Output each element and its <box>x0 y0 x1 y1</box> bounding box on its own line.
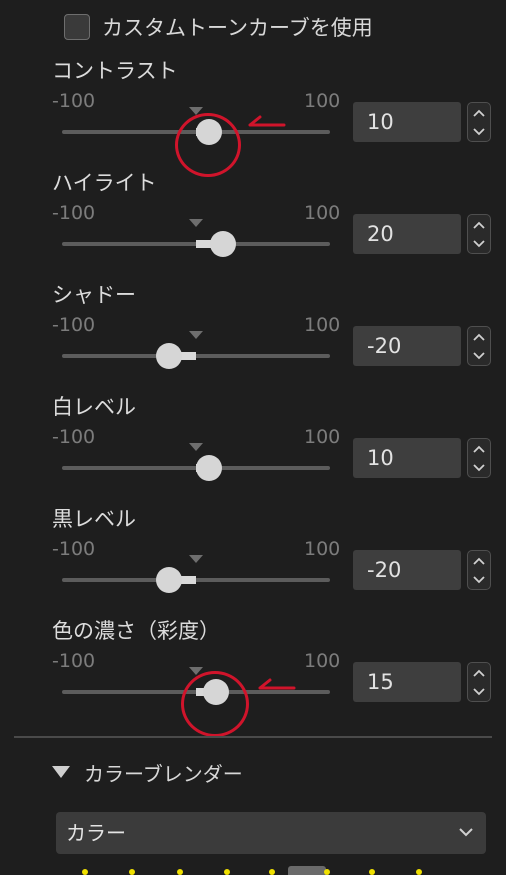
slider-label-whites: 白レベル <box>52 395 136 419</box>
value-field-blacks[interactable]: -20 <box>353 550 461 590</box>
default-position-marker-icon <box>189 219 203 227</box>
palette-dot[interactable] <box>369 869 375 875</box>
slider-group-whites: 白レベル -100 100 10 <box>0 395 506 508</box>
color-palette-strip[interactable] <box>56 866 486 875</box>
value-spinner-contrast[interactable] <box>467 102 491 142</box>
annotation-arrow-contrast <box>248 115 286 127</box>
chevron-down-icon[interactable] <box>468 234 490 253</box>
range-min-label: -100 <box>52 90 96 112</box>
slider-group-saturation: 色の濃さ（彩度） -100 100 15 <box>0 619 506 732</box>
palette-dot[interactable] <box>416 869 422 875</box>
expand-triangle-icon[interactable] <box>52 766 70 778</box>
value-spinner-shadows[interactable] <box>467 326 491 366</box>
custom-tone-curve-label: カスタムトーンカーブを使用 <box>102 16 373 40</box>
range-min-label: -100 <box>52 538 96 560</box>
value-field-contrast[interactable]: 10 <box>353 102 461 142</box>
slider-group-highlights: ハイライト -100 100 20 <box>0 171 506 284</box>
chevron-down-icon[interactable] <box>468 458 490 477</box>
chevron-down-icon[interactable] <box>468 570 490 589</box>
slider-label-highlights: ハイライト <box>52 171 157 195</box>
palette-dot[interactable] <box>129 869 135 875</box>
slider-label-shadows: シャドー <box>52 283 136 307</box>
slider-label-saturation: 色の濃さ（彩度） <box>52 619 220 643</box>
chevron-up-icon[interactable] <box>468 103 490 122</box>
color-mode-dropdown[interactable]: カラー <box>56 812 486 854</box>
slider-track-shadows[interactable] <box>62 354 330 358</box>
slider-group-blacks: 黒レベル -100 100 -20 <box>0 507 506 620</box>
custom-tone-curve-checkbox-row[interactable]: カスタムトーンカーブを使用 <box>64 12 373 42</box>
default-position-marker-icon <box>189 555 203 563</box>
value-field-saturation[interactable]: 15 <box>353 662 461 702</box>
slider-thumb-shadows[interactable] <box>156 343 183 369</box>
section-divider <box>14 736 492 738</box>
slider-track-blacks[interactable] <box>62 578 330 582</box>
range-max-label: 100 <box>304 650 341 672</box>
range-min-label: -100 <box>52 650 96 672</box>
slider-thumb-blacks[interactable] <box>156 567 183 593</box>
range-min-label: -100 <box>52 202 96 224</box>
palette-dot[interactable] <box>269 869 275 875</box>
value-spinner-blacks[interactable] <box>467 550 491 590</box>
palette-dot[interactable] <box>82 869 88 875</box>
value-field-whites[interactable]: 10 <box>353 438 461 478</box>
default-position-marker-icon <box>189 443 203 451</box>
chevron-up-icon[interactable] <box>468 327 490 346</box>
palette-dot[interactable] <box>177 869 183 875</box>
chevron-up-icon[interactable] <box>468 215 490 234</box>
range-min-label: -100 <box>52 426 96 448</box>
value-spinner-saturation[interactable] <box>467 662 491 702</box>
custom-tone-curve-checkbox[interactable] <box>64 14 90 40</box>
range-min-label: -100 <box>52 314 96 336</box>
slider-thumb-whites[interactable] <box>196 455 223 481</box>
range-max-label: 100 <box>304 202 341 224</box>
palette-handle[interactable] <box>288 866 326 875</box>
chevron-up-icon[interactable] <box>468 551 490 570</box>
annotation-arrow-saturation <box>258 678 296 690</box>
slider-thumb-highlights[interactable] <box>209 231 236 257</box>
slider-label-contrast: コントラスト <box>52 59 178 83</box>
range-max-label: 100 <box>304 426 341 448</box>
annotation-circle-contrast <box>175 113 241 177</box>
chevron-down-icon[interactable] <box>468 122 490 141</box>
value-field-shadows[interactable]: -20 <box>353 326 461 366</box>
color-mode-dropdown-value: カラー <box>66 821 126 845</box>
color-blender-label: カラーブレンダー <box>84 761 243 786</box>
chevron-down-icon[interactable] <box>458 826 474 838</box>
palette-dot[interactable] <box>324 869 330 875</box>
range-max-label: 100 <box>304 314 341 336</box>
palette-dot[interactable] <box>224 869 230 875</box>
annotation-circle-saturation <box>181 671 249 737</box>
slider-label-blacks: 黒レベル <box>52 507 136 531</box>
chevron-up-icon[interactable] <box>468 439 490 458</box>
value-field-highlights[interactable]: 20 <box>353 214 461 254</box>
slider-group-shadows: シャドー -100 100 -20 <box>0 283 506 396</box>
value-spinner-highlights[interactable] <box>467 214 491 254</box>
range-max-label: 100 <box>304 538 341 560</box>
value-spinner-whites[interactable] <box>467 438 491 478</box>
chevron-down-icon[interactable] <box>468 346 490 365</box>
chevron-down-icon[interactable] <box>468 682 490 701</box>
range-max-label: 100 <box>304 90 341 112</box>
color-blender-header[interactable]: カラーブレンダー <box>52 757 243 787</box>
chevron-up-icon[interactable] <box>468 663 490 682</box>
default-position-marker-icon <box>189 331 203 339</box>
